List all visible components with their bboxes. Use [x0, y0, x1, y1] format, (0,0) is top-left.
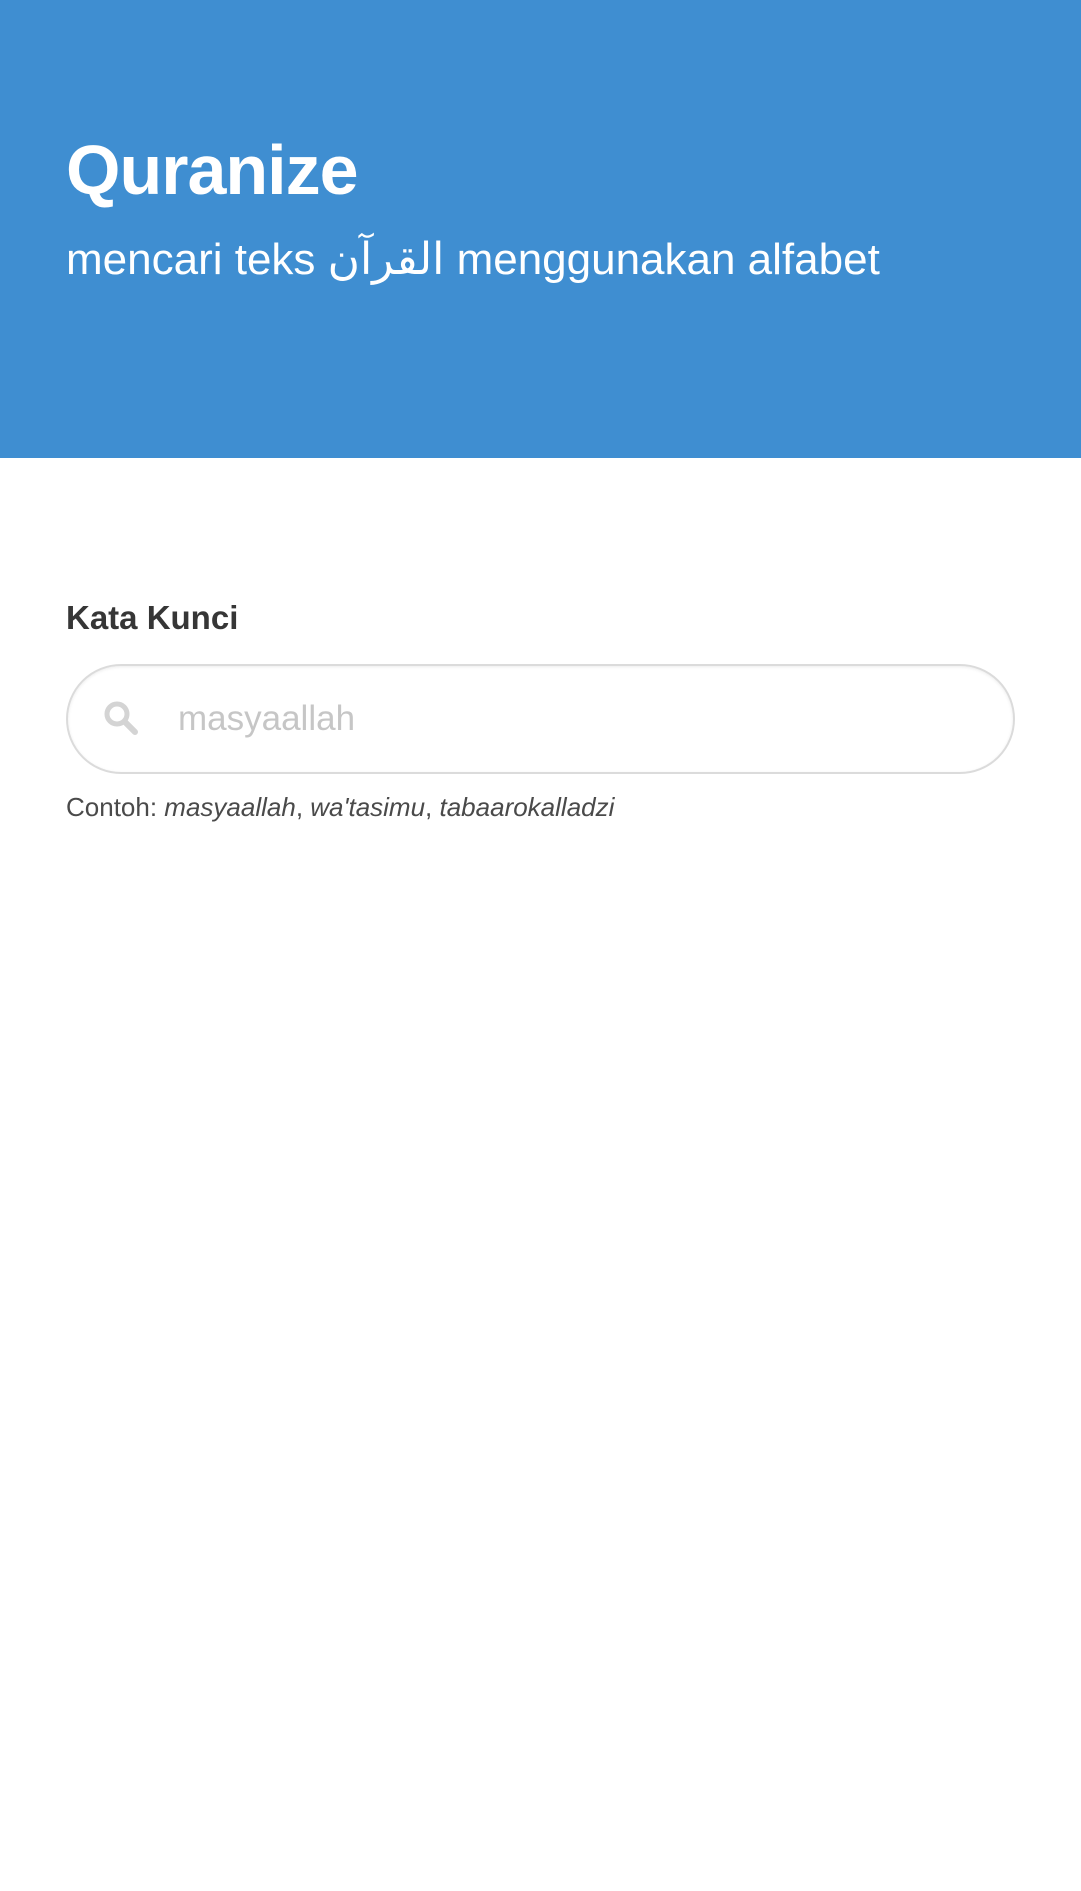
main-content: Kata Kunci Contoh: masyaallah, wa'tasimu…: [0, 458, 1081, 824]
example-separator: ,: [295, 792, 311, 822]
app-subtitle: mencari teks القرآن menggunakan alfabet: [66, 235, 880, 284]
example-keyword: masyaallah: [164, 792, 296, 822]
search-icon: [102, 699, 142, 739]
help-prefix: Contoh:: [66, 792, 165, 822]
example-separator: ,: [425, 792, 440, 822]
search-input[interactable]: [178, 666, 973, 772]
example-keyword: tabaarokalladzi: [439, 792, 615, 822]
search-help-text: Contoh: masyaallah, wa'tasimu, tabaaroka…: [66, 790, 1015, 824]
app-title: Quranize: [66, 131, 359, 209]
example-keyword: wa'tasimu: [310, 792, 426, 822]
search-field[interactable]: [66, 664, 1015, 774]
search-label: Kata Kunci: [66, 599, 239, 636]
hero-header: Quranize mencari teks القرآن menggunakan…: [0, 0, 1081, 458]
